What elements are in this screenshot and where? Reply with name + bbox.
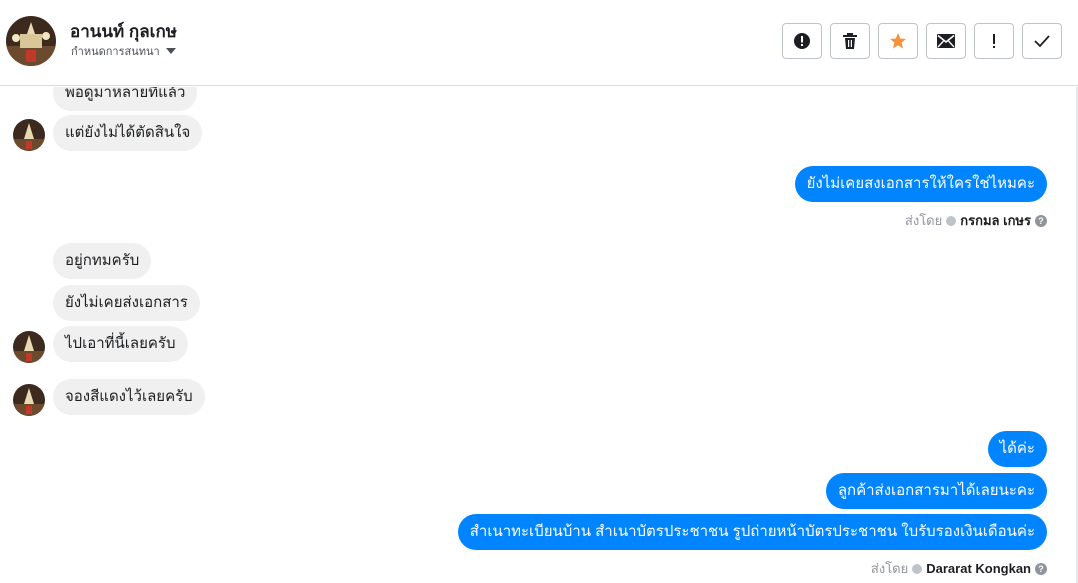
sent-check-icon <box>912 563 923 574</box>
alert-circle-icon <box>794 33 810 49</box>
sent-by-label: ส่งโดย Dararat Kongkan ? <box>871 558 1047 579</box>
incoming-message[interactable]: ยังไม่เคยส่งเอกสาร <box>53 285 200 321</box>
sender-avatar[interactable] <box>13 119 45 151</box>
contact-name[interactable]: อานนท์ กุลเกษ <box>70 18 177 45</box>
conversation-menu-label: กำหนดการสนทนา <box>71 46 160 58</box>
conversation-header: อานนท์ กุลเกษ กำหนดการสนทนา <box>0 0 1078 86</box>
help-icon[interactable]: ? <box>1035 214 1047 227</box>
star-icon <box>890 33 906 49</box>
mark-done-button[interactable] <box>1022 23 1062 59</box>
outgoing-message[interactable]: ได้ค่ะ <box>987 431 1047 467</box>
checkmark-icon <box>1034 35 1050 48</box>
help-icon[interactable]: ? <box>1035 562 1047 575</box>
sender-avatar[interactable] <box>13 384 45 416</box>
sent-by-prefix: ส่งโดย <box>870 561 909 576</box>
sender-avatar[interactable] <box>13 331 45 363</box>
sender-agent-name[interactable]: กรกมล เกษร <box>960 210 1031 231</box>
message-thread[interactable]: พอดูมาหลายทีแล้ว แต่ยังไม่ได้ตัดสินใจ ยั… <box>0 87 1078 583</box>
incoming-message[interactable]: จองสีแดงไว้เลยครับ <box>53 379 205 415</box>
outgoing-message[interactable]: ลูกค้าส่งเอกสารมาได้เลยนะคะ <box>825 473 1047 509</box>
caret-down-icon <box>165 48 176 54</box>
exclamation-icon <box>993 34 995 48</box>
incoming-message[interactable]: พอดูมาหลายทีแล้ว <box>53 87 198 111</box>
mark-unread-button[interactable] <box>926 23 966 59</box>
incoming-message[interactable]: แต่ยังไม่ได้ตัดสินใจ <box>53 115 203 151</box>
contact-avatar[interactable] <box>6 16 56 66</box>
mark-spam-button[interactable] <box>782 23 822 59</box>
outgoing-message[interactable]: สำเนาทะเบียนบ้าน สำเนาบัตรประชาชน รูปถ่า… <box>457 514 1047 550</box>
sender-agent-name[interactable]: Dararat Kongkan <box>926 561 1031 576</box>
trash-icon <box>843 33 857 49</box>
delete-button[interactable] <box>830 23 870 59</box>
envelope-icon <box>937 34 955 48</box>
star-button[interactable] <box>878 23 918 59</box>
incoming-message[interactable]: อยู่กทมครับ <box>53 243 152 279</box>
outgoing-message[interactable]: ยังไม่เคยสงเอกสารให้ใครใช่ไหมคะ <box>794 166 1047 202</box>
conversation-menu[interactable]: กำหนดการสนทนา <box>71 42 176 60</box>
follow-up-button[interactable] <box>974 23 1014 59</box>
sent-by-label: ส่งโดย กรกมล เกษร ? <box>905 210 1047 231</box>
action-toolbar <box>782 23 1062 59</box>
incoming-message[interactable]: ไปเอาที่นี้เลยครับ <box>53 326 188 362</box>
sent-check-icon <box>946 215 957 226</box>
sent-by-prefix: ส่งโดย <box>904 213 943 228</box>
